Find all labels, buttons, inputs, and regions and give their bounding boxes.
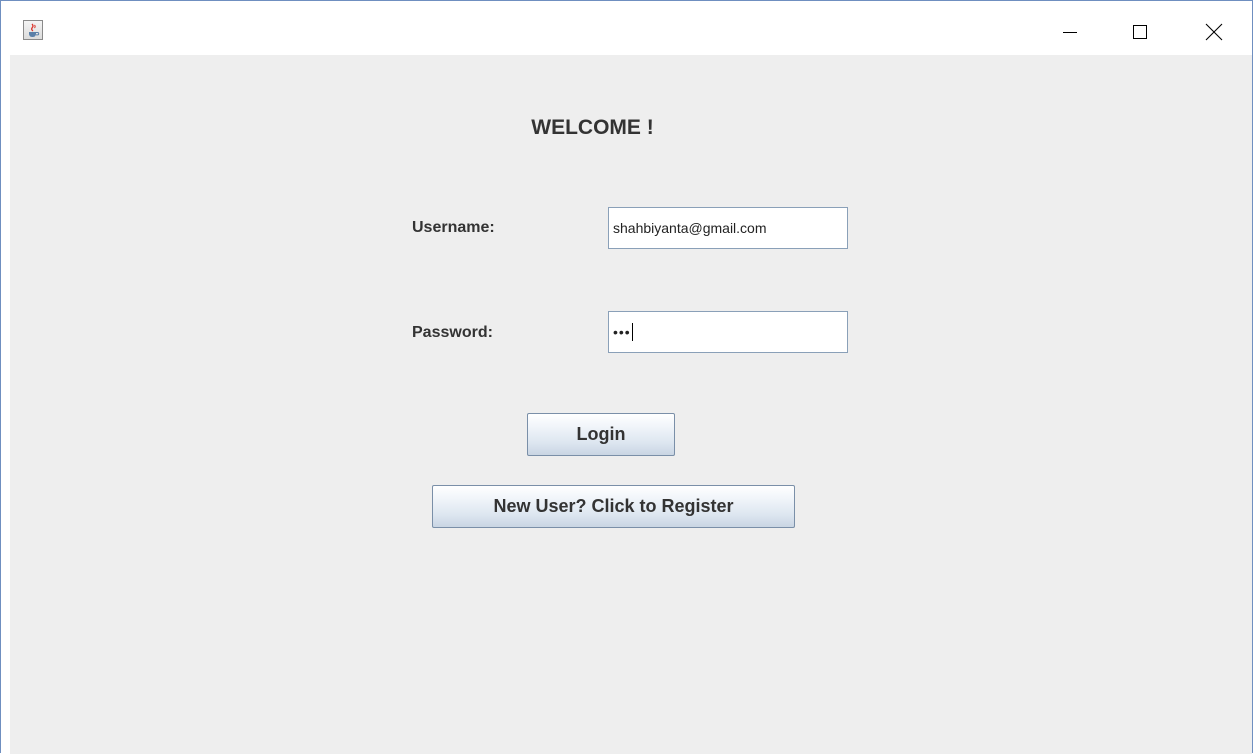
maximize-icon bbox=[1133, 25, 1147, 39]
password-value: ••• bbox=[613, 324, 631, 340]
username-value: shahbiyanta@gmail.com bbox=[613, 220, 767, 236]
title-bar[interactable] bbox=[1, 1, 1252, 55]
text-caret bbox=[631, 323, 633, 341]
username-field[interactable]: shahbiyanta@gmail.com bbox=[608, 207, 848, 249]
register-button[interactable]: New User? Click to Register bbox=[432, 485, 795, 528]
password-label: Password: bbox=[412, 324, 493, 341]
java-cup-icon[interactable] bbox=[23, 20, 43, 40]
minimize-icon bbox=[1063, 32, 1077, 33]
password-field[interactable]: ••• bbox=[608, 311, 848, 353]
minimize-button[interactable] bbox=[1047, 9, 1093, 55]
close-button[interactable] bbox=[1191, 9, 1237, 55]
maximize-button[interactable] bbox=[1117, 9, 1163, 55]
username-label: Username: bbox=[412, 219, 495, 236]
login-panel: WELCOME ! Username: shahbiyanta@gmail.co… bbox=[10, 55, 1252, 754]
login-button[interactable]: Login bbox=[527, 413, 675, 456]
app-window: WELCOME ! Username: shahbiyanta@gmail.co… bbox=[0, 0, 1253, 754]
welcome-heading: WELCOME ! bbox=[531, 116, 654, 139]
close-icon bbox=[1205, 23, 1223, 41]
